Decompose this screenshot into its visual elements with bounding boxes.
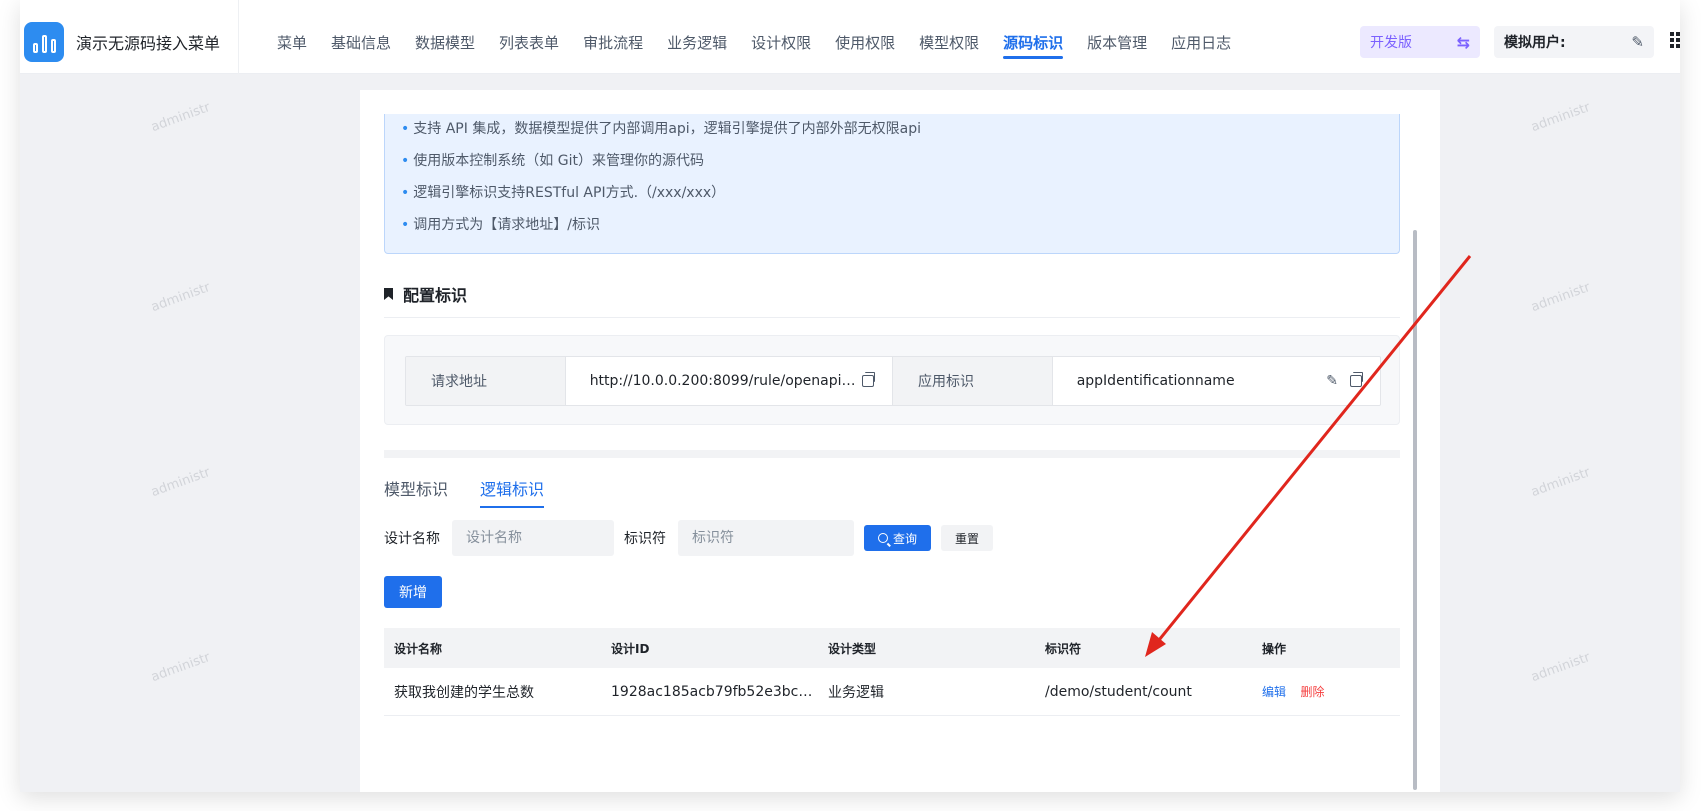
design-name-label: 设计名称 bbox=[384, 531, 440, 547]
request-url-cell: http://10.0.0.200:8099/rule/openapi/a... bbox=[565, 357, 894, 405]
column-header: 设计名称 bbox=[394, 641, 443, 656]
watermark: administr bbox=[1529, 279, 1593, 316]
logo-bar bbox=[32, 43, 38, 53]
config-panel: 请求地址 http://10.0.0.200:8099/rule/openapi… bbox=[384, 335, 1400, 425]
config-section-header: 配置标识 bbox=[384, 282, 467, 306]
identifier-tabs: 模型标识 逻辑标识 bbox=[384, 476, 545, 508]
nav-item-basic-info[interactable]: 基础信息 bbox=[319, 0, 403, 74]
design-name-input[interactable] bbox=[452, 520, 614, 556]
bookmark-icon bbox=[384, 288, 393, 300]
nav-item-model-permission[interactable]: 模型权限 bbox=[907, 0, 991, 74]
app-window: 演示无源码接入菜单 菜单 基础信息 数据模型 列表表单 审批流程 业务逻辑 设计… bbox=[20, 0, 1680, 792]
notice-line: 逻辑引擎标识支持RESTful API方式.（/xxx/xxx） bbox=[401, 182, 725, 202]
logic-identifier-table: 设计名称 设计ID 设计类型 标识符 操作 获取我创建的学生总数 1928ac1… bbox=[384, 628, 1400, 716]
section-divider bbox=[384, 317, 1400, 318]
nav-item-approval-flow[interactable]: 审批流程 bbox=[571, 0, 655, 74]
app-id-cell: appIdentificationname ✎ bbox=[1052, 357, 1380, 405]
column-header: 标识符 bbox=[1045, 641, 1082, 656]
app-logo-icon bbox=[24, 22, 64, 62]
watermark: administr bbox=[149, 279, 213, 316]
reset-button[interactable]: 重置 bbox=[941, 525, 994, 551]
design-id-cell: 1928ac185acb79fb52e3bc6... bbox=[611, 683, 818, 700]
copy-icon[interactable] bbox=[862, 372, 876, 387]
design-type-cell: 业务逻辑 bbox=[828, 684, 884, 701]
actions-cell: 编辑 删除 bbox=[1252, 683, 1400, 700]
main-nav: 菜单 基础信息 数据模型 列表表单 审批流程 业务逻辑 设计权限 使用权限 模型… bbox=[265, 0, 1243, 74]
app-id-label: 应用标识 bbox=[893, 357, 1053, 405]
watermark: administr bbox=[149, 99, 213, 136]
nav-item-app-log[interactable]: 应用日志 bbox=[1159, 0, 1243, 74]
identifier-label: 标识符 bbox=[624, 531, 666, 547]
logo-bar bbox=[41, 35, 47, 53]
search-icon bbox=[878, 533, 888, 543]
scrollbar[interactable] bbox=[1413, 230, 1417, 790]
notice-line: 支持 API 集成，数据模型提供了内部调用api，逻辑引擎提供了内部外部无权限a… bbox=[401, 118, 921, 138]
column-header: 设计ID bbox=[611, 641, 650, 656]
edit-icon[interactable]: ✎ bbox=[1326, 374, 1338, 388]
app-id-value: appIdentificationname bbox=[1076, 373, 1235, 389]
watermark: administr bbox=[149, 649, 213, 686]
nav-item-business-logic[interactable]: 业务逻辑 bbox=[655, 0, 739, 74]
logo-bar bbox=[50, 39, 56, 53]
environment-label: 开发版 bbox=[1370, 35, 1412, 51]
copy-icon[interactable] bbox=[1350, 372, 1364, 387]
swap-icon: ⇆ bbox=[1456, 32, 1470, 52]
config-section-title: 配置标识 bbox=[403, 286, 468, 305]
nav-item-data-model[interactable]: 数据模型 bbox=[403, 0, 487, 74]
tab-logic-identifier[interactable]: 逻辑标识 bbox=[480, 476, 545, 508]
watermark: administr bbox=[149, 464, 213, 501]
config-table: 请求地址 http://10.0.0.200:8099/rule/openapi… bbox=[405, 356, 1381, 406]
nav-item-design-permission[interactable]: 设计权限 bbox=[739, 0, 823, 74]
content-card: 支持 API 集成，数据模型提供了内部调用api，逻辑引擎提供了内部外部无权限a… bbox=[360, 90, 1440, 792]
table-row: 获取我创建的学生总数 1928ac185acb79fb52e3bc6... 业务… bbox=[384, 668, 1400, 716]
simulate-user-field[interactable]: 模拟用户: ✎ bbox=[1494, 26, 1654, 58]
edit-row-link[interactable]: 编辑 bbox=[1262, 685, 1286, 699]
add-button[interactable]: 新增 bbox=[384, 576, 442, 608]
request-url-value: http://10.0.0.200:8099/rule/openapi/a... bbox=[589, 373, 860, 389]
column-header: 操作 bbox=[1262, 641, 1287, 656]
apps-grid-icon[interactable] bbox=[1670, 32, 1680, 48]
nav-item-usage-permission[interactable]: 使用权限 bbox=[823, 0, 907, 74]
environment-switch-button[interactable]: 开发版 ⇆ bbox=[1360, 26, 1480, 58]
section-separator bbox=[384, 450, 1400, 458]
identifier-input[interactable] bbox=[678, 520, 854, 556]
watermark: administr bbox=[1529, 649, 1593, 686]
design-name-cell: 获取我创建的学生总数 bbox=[394, 684, 534, 701]
watermark: administr bbox=[1529, 99, 1593, 136]
nav-item-version-management[interactable]: 版本管理 bbox=[1075, 0, 1159, 74]
watermark: administr bbox=[1529, 464, 1593, 501]
delete-row-link[interactable]: 删除 bbox=[1300, 685, 1324, 699]
top-bar: 演示无源码接入菜单 菜单 基础信息 数据模型 列表表单 审批流程 业务逻辑 设计… bbox=[20, 0, 1680, 74]
app-title: 演示无源码接入菜单 bbox=[76, 34, 221, 53]
info-notice: 支持 API 集成，数据模型提供了内部调用api，逻辑引擎提供了内部外部无权限a… bbox=[384, 114, 1400, 254]
request-url-label: 请求地址 bbox=[406, 357, 566, 405]
nav-item-list-form[interactable]: 列表表单 bbox=[487, 0, 571, 74]
nav-divider bbox=[238, 0, 239, 74]
table-header: 设计名称 设计ID 设计类型 标识符 操作 bbox=[384, 628, 1400, 668]
identifier-cell: /demo/student/count bbox=[1045, 683, 1192, 700]
query-button-label: 查询 bbox=[893, 531, 918, 546]
search-form: 设计名称 标识符 查询 重置 bbox=[384, 520, 994, 556]
nav-item-menu[interactable]: 菜单 bbox=[265, 0, 319, 74]
simulate-user-label: 模拟用户: bbox=[1504, 35, 1566, 51]
column-header: 设计类型 bbox=[828, 641, 877, 656]
notice-line: 调用方式为【请求地址】/标识 bbox=[401, 214, 600, 234]
nav-item-source-identifier[interactable]: 源码标识 bbox=[991, 0, 1075, 74]
pencil-icon[interactable]: ✎ bbox=[1631, 33, 1644, 51]
query-button[interactable]: 查询 bbox=[864, 525, 932, 551]
notice-line: 使用版本控制系统（如 Git）来管理你的源代码 bbox=[401, 150, 704, 170]
tab-model-identifier[interactable]: 模型标识 bbox=[384, 476, 448, 508]
